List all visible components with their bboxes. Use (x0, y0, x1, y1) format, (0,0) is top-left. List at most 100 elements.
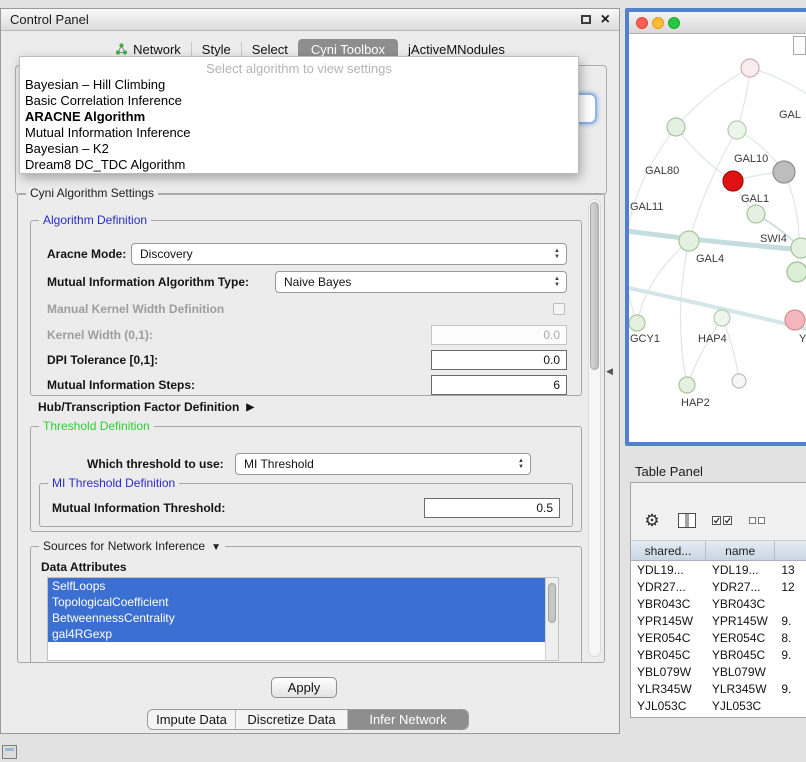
network-node[interactable] (785, 310, 805, 330)
table-cell: YBL079W (631, 663, 706, 680)
bottom-tab-impute-data[interactable]: Impute Data (148, 710, 236, 729)
sources-toggle[interactable]: Sources for Network Inference▼ (39, 539, 225, 553)
network-node[interactable] (728, 121, 746, 139)
which-threshold-select[interactable]: MI Threshold ▲▼ (235, 453, 531, 475)
network-edge[interactable] (676, 127, 733, 181)
table-row[interactable]: YDL19...YDL19...13 (631, 561, 806, 578)
network-scrollbar[interactable] (793, 36, 806, 55)
table-cell: YER054C (706, 629, 776, 646)
algorithm-definition-group: Algorithm Definition Aracne Mode: Discov… (30, 220, 582, 396)
mi-threshold-field[interactable]: 0.5 (424, 498, 560, 518)
select-checkboxes-button[interactable] (711, 510, 733, 532)
network-node[interactable] (787, 262, 806, 282)
data-attribute-item[interactable]: TopologicalCoefficient (48, 594, 547, 610)
algorithm-option-aracne-algorithm[interactable]: ARACNE Algorithm (20, 109, 578, 125)
network-node[interactable] (732, 374, 746, 388)
table-cell: YLR345W (631, 680, 706, 697)
table-toolbar: ⚙ (631, 483, 806, 541)
table-row[interactable]: YER054CYER054C8. (631, 629, 806, 646)
scrollbar-thumb[interactable] (548, 583, 556, 623)
table-row[interactable]: YPR145WYPR145W9. (631, 612, 806, 629)
network-window-titlebar[interactable] (629, 12, 806, 34)
algorithm-option-bayesian-k2[interactable]: Bayesian – K2 (20, 141, 578, 157)
table-row[interactable]: YBL079WYBL079W (631, 663, 806, 680)
minimize-traffic-light-icon[interactable] (652, 17, 664, 29)
kernel-width-label: Kernel Width (0,1): (47, 325, 153, 345)
network-node[interactable] (773, 161, 795, 183)
mi-steps-field[interactable]: 6 (431, 375, 567, 395)
splitter-collapse-icon[interactable]: ◀ (606, 366, 613, 377)
table-cell: YDR27... (631, 578, 706, 595)
mi-algorithm-type-label: Mutual Information Algorithm Type: (47, 271, 249, 293)
data-attributes-list[interactable]: SelfLoopsTopologicalCoefficientBetweenne… (47, 577, 559, 661)
table-cell: YPR145W (706, 612, 776, 629)
dpi-tolerance-field[interactable]: 0.0 (431, 350, 567, 370)
zoom-traffic-light-icon[interactable] (668, 17, 680, 29)
sources-for-network-inference-group: Sources for Network Inference▼ Data Attr… (30, 546, 582, 662)
network-graph[interactable]: GALGAL80GAL10GAL11GAL1SWI4GAL4GCY1HAP4HA… (629, 34, 806, 446)
table-cell: YBL079W (706, 663, 776, 680)
sources-title: Sources for Network Inference (43, 539, 205, 553)
close-window-icon[interactable]: × (601, 13, 610, 27)
table-cell (775, 697, 806, 714)
gear-button[interactable]: ⚙ (641, 510, 663, 532)
network-node[interactable] (629, 315, 645, 331)
clear-checkboxes-button[interactable] (746, 510, 768, 532)
float-window-icon[interactable] (581, 15, 591, 24)
table-row[interactable]: YBR045CYBR045C9. (631, 646, 806, 663)
mi-threshold-label: Mutual Information Threshold: (52, 498, 225, 518)
threshold-definition-group: Threshold Definition Which threshold to … (30, 426, 582, 532)
network-edge[interactable] (680, 241, 689, 385)
table-cell: 9. (775, 646, 806, 663)
algorithm-option-mutual-information-inference[interactable]: Mutual Information Inference (20, 125, 578, 141)
apply-button[interactable]: Apply (271, 677, 337, 698)
data-attribute-item[interactable]: gal4RGexp (48, 626, 547, 642)
column-header-name[interactable]: name (706, 541, 776, 560)
algorithm-option-basic-correlation-inference[interactable]: Basic Correlation Inference (20, 93, 578, 109)
network-node[interactable] (747, 205, 765, 223)
network-node[interactable] (667, 118, 685, 136)
table-row[interactable]: YJL053CYJL053C (631, 697, 806, 714)
columns-button[interactable] (676, 510, 698, 532)
aracne-mode-select[interactable]: Discovery ▲▼ (131, 243, 567, 265)
network-edge[interactable] (687, 318, 722, 385)
bottom-tab-infer-network[interactable]: Infer Network (348, 710, 468, 729)
list-scrollbar[interactable] (545, 578, 558, 660)
network-node[interactable] (723, 171, 743, 191)
mi-threshold-definition-title: MI Threshold Definition (48, 476, 179, 490)
hub-transcription-factor-toggle[interactable]: Hub/Transcription Factor Definition ▶ (38, 400, 254, 414)
network-node[interactable] (679, 231, 699, 251)
network-edge[interactable] (637, 241, 689, 323)
which-threshold-label: Which threshold to use: (87, 453, 224, 475)
network-node[interactable] (741, 59, 759, 77)
network-canvas[interactable]: GALGAL80GAL10GAL11GAL1SWI4GAL4GCY1HAP4HA… (629, 34, 806, 446)
data-attribute-item[interactable]: BetweennessCentrality (48, 610, 547, 626)
network-node[interactable] (714, 310, 730, 326)
scrollbar-thumb[interactable] (590, 202, 599, 370)
settings-scrollbar[interactable] (588, 199, 601, 657)
mi-algorithm-type-select[interactable]: Naive Bayes ▲▼ (275, 271, 567, 293)
table-row[interactable]: YDR27...YDR27...12 (631, 578, 806, 595)
column-header-shared[interactable]: shared... (631, 541, 706, 560)
mi-threshold-definition-group: MI Threshold Definition Mutual Informati… (39, 483, 573, 527)
network-edge[interactable] (722, 318, 739, 381)
dropdown-arrows-icon: ▲▼ (550, 272, 566, 292)
network-node[interactable] (679, 377, 695, 393)
data-attribute-item[interactable]: SelfLoops (48, 578, 547, 594)
close-traffic-light-icon[interactable] (636, 17, 648, 29)
network-node[interactable] (791, 238, 806, 258)
tab-label: Style (202, 42, 231, 57)
table-row[interactable]: YLR345WYLR345W9. (631, 680, 806, 697)
algorithm-option-bayesian-hill-climbing[interactable]: Bayesian – Hill Climbing (20, 77, 578, 93)
minimized-panel-icon[interactable] (2, 745, 17, 759)
network-view-window: GALGAL80GAL10GAL11GAL1SWI4GAL4GCY1HAP4HA… (625, 8, 806, 446)
mi-steps-label: Mutual Information Steps: (47, 375, 195, 395)
network-edge[interactable] (676, 68, 750, 127)
table-row[interactable]: YBR043CYBR043C (631, 595, 806, 612)
algorithm-option-dream8-dc-tdc-algorithm[interactable]: Dream8 DC_TDC Algorithm (20, 157, 578, 173)
table-cell: YDR27... (706, 578, 776, 595)
control-panel-titlebar[interactable]: Control Panel × (1, 9, 619, 31)
node-label: GCY1 (630, 333, 660, 345)
column-header-col2[interactable] (775, 541, 806, 560)
bottom-tab-discretize-data[interactable]: Discretize Data (236, 710, 348, 729)
